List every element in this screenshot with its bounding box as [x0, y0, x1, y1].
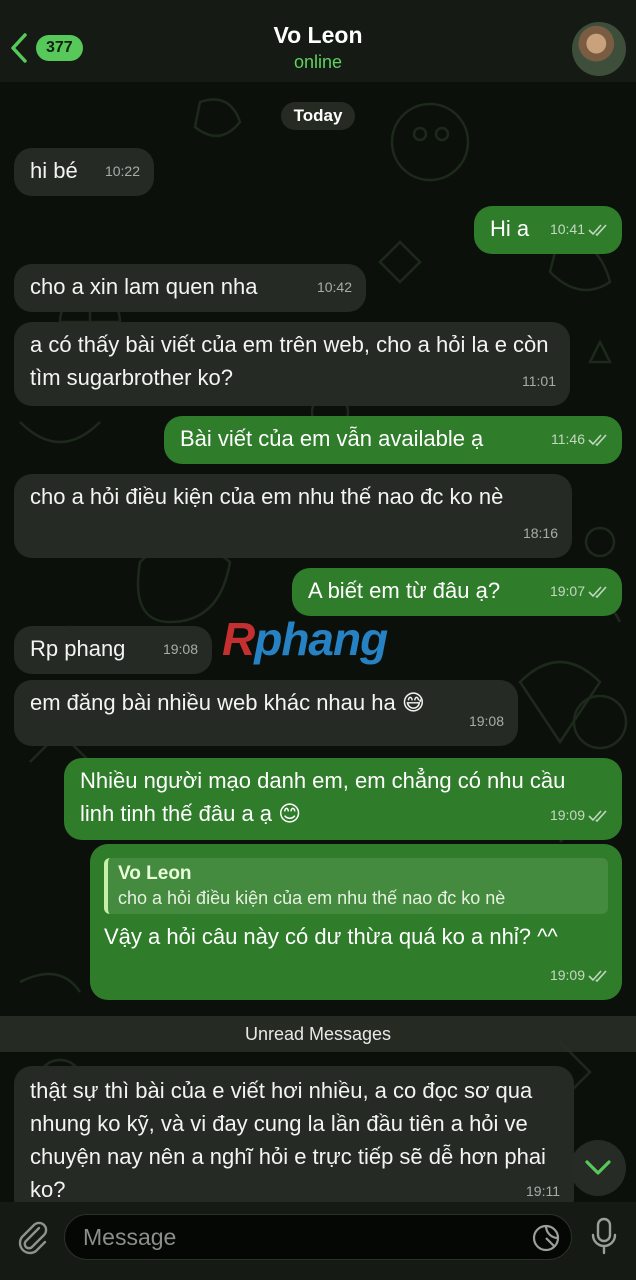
paperclip-icon[interactable]	[12, 1216, 52, 1256]
message-time: 18:16	[522, 525, 558, 541]
message-time: 19:07	[550, 575, 608, 608]
avatar[interactable]	[572, 22, 626, 76]
unread-messages-divider: Unread Messages	[0, 1016, 636, 1052]
message-text: em đăng bài nhiều web khác nhau ha 😅	[30, 690, 425, 715]
message-outgoing-reply[interactable]: Vo Leon cho a hỏi điều kiện của em nhu t…	[90, 844, 622, 1000]
message-time: 11:46	[551, 423, 608, 456]
message-incoming[interactable]: a có thấy bài viết của em trên web, cho …	[14, 322, 570, 406]
message-text: Nhiều người mạo danh em, em chẳng có nhu…	[80, 768, 566, 826]
message-text: cho a xin lam quen nha	[30, 274, 258, 299]
message-incoming[interactable]: em đăng bài nhiều web khác nhau ha 😅 19:…	[14, 680, 518, 746]
message-incoming[interactable]: cho a hỏi điều kiện của em nhu thế nao đ…	[14, 474, 572, 558]
watermark-logo: Rphang	[222, 613, 388, 665]
message-outgoing[interactable]: Hi a 10:41	[474, 206, 622, 254]
message-input-container[interactable]	[64, 1214, 572, 1260]
message-text: thật sự thì bài của e viết hơi nhiều, a …	[30, 1078, 546, 1202]
message-incoming[interactable]: thật sự thì bài của e viết hơi nhiều, a …	[14, 1066, 574, 1216]
message-outgoing[interactable]: Bài viết của em vẫn available ạ 11:46	[164, 416, 622, 464]
read-checkmarks-icon	[588, 585, 607, 598]
read-checkmarks-icon	[588, 223, 607, 236]
message-time: 10:22	[104, 163, 140, 179]
message-time: 19:09	[550, 959, 608, 992]
message-text: Hi a	[490, 216, 530, 241]
message-time: 10:42	[316, 279, 352, 295]
message-text: Bài viết của em vẫn available ạ	[180, 426, 484, 451]
message-outgoing[interactable]: A biết em từ đâu ạ? 19:07	[292, 568, 622, 616]
message-text: cho a hỏi điều kiện của em nhu thế nao đ…	[30, 484, 504, 509]
message-list[interactable]: Today hi bé 10:22 Hi a 10:41 cho a xin l…	[0, 82, 636, 1216]
message-input[interactable]	[83, 1215, 523, 1259]
chat-status: online	[293, 52, 343, 72]
quoted-text: cho a hỏi điều kiện của em nhu thế nao đ…	[118, 888, 506, 908]
message-time: 19:08	[468, 713, 504, 729]
message-time: 11:01	[522, 373, 556, 389]
read-checkmarks-icon	[588, 433, 607, 446]
message-incoming[interactable]: Rp phang 19:08	[14, 626, 212, 674]
chat-title[interactable]: Vo Leon	[0, 22, 636, 49]
message-text: a có thấy bài viết của em trên web, cho …	[30, 332, 549, 390]
quoted-message[interactable]: Vo Leon cho a hỏi điều kiện của em nhu t…	[104, 858, 608, 914]
read-checkmarks-icon	[588, 809, 607, 822]
read-checkmarks-icon	[588, 969, 607, 982]
date-divider: Today	[281, 102, 355, 130]
message-incoming[interactable]: cho a xin lam quen nha 10:42	[14, 264, 366, 312]
chevron-down-icon	[585, 1160, 611, 1175]
message-time: 10:41	[550, 213, 608, 246]
message-time: 19:09	[550, 799, 608, 832]
message-text: hi bé	[30, 158, 78, 183]
microphone-icon[interactable]	[588, 1216, 620, 1256]
message-composer	[0, 1202, 636, 1280]
chat-header: 377 Vo Leon online	[0, 0, 636, 82]
message-text: Vậy a hỏi câu này có dư thừa quá ko a nh…	[104, 924, 558, 949]
sticker-icon[interactable]	[531, 1223, 561, 1253]
message-incoming[interactable]: hi bé 10:22	[14, 148, 154, 196]
message-text: A biết em từ đâu ạ?	[308, 578, 501, 603]
scroll-to-bottom-button[interactable]	[570, 1140, 626, 1196]
message-time: 19:08	[162, 641, 198, 657]
message-outgoing[interactable]: Nhiều người mạo danh em, em chẳng có nhu…	[64, 758, 622, 840]
quoted-author: Vo Leon	[118, 863, 192, 884]
message-text: Rp phang	[30, 636, 126, 661]
